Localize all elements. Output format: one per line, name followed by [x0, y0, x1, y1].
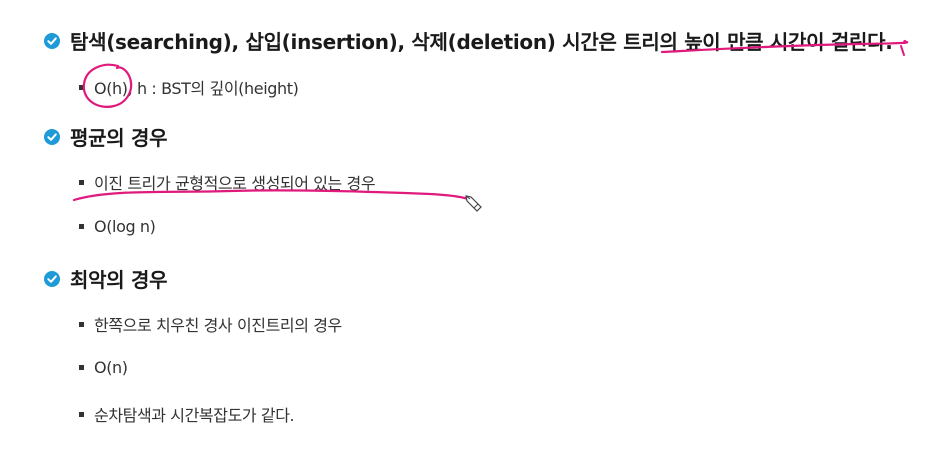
- annotation-tick-mark: [900, 45, 905, 56]
- square-bullet-icon: [79, 179, 84, 185]
- section-1-title: 탐색(searching), 삽입(insertion), 삭제(deletio…: [70, 30, 893, 54]
- square-bullet-icon: [79, 84, 84, 90]
- square-bullet-icon: [79, 411, 84, 417]
- square-bullet-icon: [79, 321, 84, 327]
- section-1-bullet-1: O(h), h : BST의 깊이(height): [79, 75, 299, 99]
- section-3-title: 최악의 경우: [70, 268, 168, 292]
- section-3-bullet-2: O(n): [79, 358, 128, 377]
- slide: 탐색(searching), 삽입(insertion), 삭제(deletio…: [0, 0, 946, 459]
- bullet-text: 한쪽으로 치우친 경사 이진트리의 경우: [94, 316, 342, 335]
- bullet-text: O(h), h : BST의 깊이(height): [94, 79, 299, 98]
- section-2-bullet-1: 이진 트리가 균형적으로 생성되어 있는 경우: [79, 170, 376, 194]
- section-3-bullet-3: 순차탐색과 시간복잡도가 같다.: [79, 402, 295, 426]
- check-circle-icon: [44, 270, 60, 287]
- square-bullet-icon: [79, 365, 84, 370]
- check-circle-icon: [44, 128, 60, 145]
- section-2-title: 평균의 경우: [70, 126, 168, 150]
- pen-cursor-icon: [465, 195, 482, 212]
- square-bullet-icon: [79, 224, 84, 229]
- section-1-heading: 탐색(searching), 삽입(insertion), 삭제(deletio…: [44, 26, 893, 55]
- section-3-heading: 최악의 경우: [44, 264, 167, 293]
- check-circle-icon: [44, 32, 60, 49]
- bullet-text: O(log n): [94, 217, 156, 236]
- bullet-text: 순차탐색과 시간복잡도가 같다.: [94, 406, 295, 425]
- bullet-text: O(n): [94, 358, 128, 377]
- section-2-heading: 평균의 경우: [44, 122, 167, 151]
- bullet-text: 이진 트리가 균형적으로 생성되어 있는 경우: [94, 174, 376, 193]
- section-3-bullet-1: 한쪽으로 치우친 경사 이진트리의 경우: [79, 312, 342, 336]
- section-2-bullet-2: O(log n): [79, 217, 156, 236]
